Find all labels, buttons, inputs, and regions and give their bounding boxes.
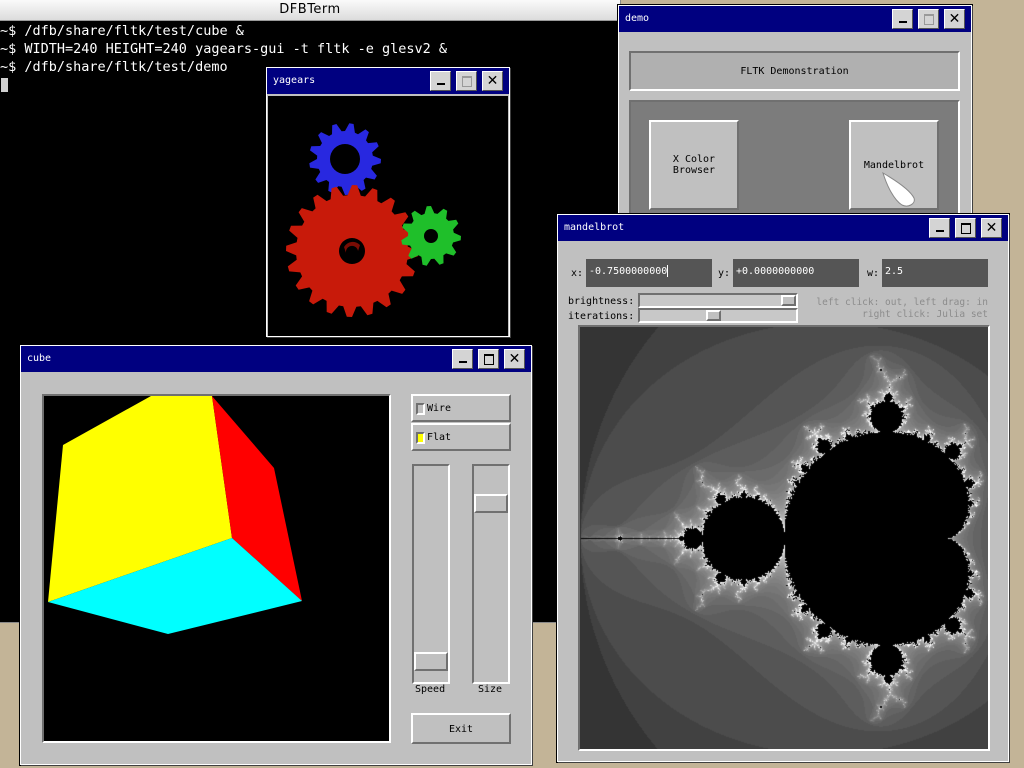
demo-titlebar[interactable]: demo ✕: [619, 6, 971, 32]
exit-button[interactable]: Exit: [411, 713, 511, 744]
maximize-icon[interactable]: [918, 9, 939, 29]
mandelbrot-fractal: [580, 327, 988, 749]
maximize-icon[interactable]: [478, 349, 499, 369]
brightness-slider-handle[interactable]: [781, 295, 796, 306]
wire-label: Wire: [427, 403, 452, 414]
yagears-window[interactable]: yagears ✕: [266, 67, 510, 337]
maximize-icon[interactable]: [955, 218, 976, 238]
blue-gear: [309, 123, 381, 195]
x-value: -0.7500000000: [589, 266, 668, 277]
flat-label: Flat: [427, 432, 452, 443]
maximize-icon[interactable]: [456, 71, 477, 91]
close-icon[interactable]: ✕: [981, 218, 1002, 238]
demo-header: FLTK Demonstration: [629, 51, 960, 91]
x-input[interactable]: -0.7500000000: [586, 259, 712, 287]
terminal-title: DFBTerm: [0, 0, 620, 21]
demo-title: demo: [625, 13, 650, 24]
wire-button[interactable]: Wire: [411, 394, 511, 422]
brightness-label: brightness:: [568, 296, 635, 307]
y-input[interactable]: +0.0000000000: [733, 259, 859, 287]
size-slider[interactable]: [472, 464, 510, 684]
color-browser-button[interactable]: X Color Browser: [649, 120, 739, 210]
close-icon[interactable]: ✕: [504, 349, 525, 369]
size-label: Size: [478, 684, 503, 695]
mandelbrot-titlebar[interactable]: mandelbrot ✕: [558, 215, 1008, 241]
flat-checkbox[interactable]: [416, 432, 425, 444]
terminal-line: ~$ WIDTH=240 HEIGHT=240 yagears-gui -t f…: [0, 41, 448, 57]
close-icon[interactable]: ✕: [944, 9, 965, 29]
gears-graphic: [286, 123, 461, 317]
flat-button[interactable]: Flat: [411, 423, 511, 451]
terminal-cursor: [1, 78, 8, 92]
mandelbrot-button-label: Mandelbrot: [863, 159, 925, 171]
terminal-line: ~$ /dfb/share/fltk/test/demo: [0, 59, 228, 75]
help-text-line1: left click: out, left drag: in: [816, 297, 988, 308]
brightness-slider[interactable]: [638, 293, 798, 308]
minimize-icon[interactable]: [430, 71, 451, 91]
close-icon[interactable]: ✕: [482, 71, 503, 91]
iterations-slider[interactable]: [638, 308, 798, 323]
wire-checkbox[interactable]: [416, 403, 425, 415]
minimize-icon[interactable]: [452, 349, 473, 369]
red-gear: [286, 185, 418, 317]
mandelbrot-canvas[interactable]: [578, 325, 990, 751]
help-text-line2: right click: Julia set: [862, 309, 988, 320]
w-value: 2.5: [885, 266, 904, 277]
text-caret: [667, 265, 669, 277]
exit-label: Exit: [448, 724, 474, 735]
minimize-icon[interactable]: [929, 218, 950, 238]
iterations-label: iterations:: [568, 311, 635, 322]
size-slider-handle[interactable]: [474, 494, 508, 513]
w-input[interactable]: 2.5: [882, 259, 988, 287]
cube-canvas: [42, 394, 391, 743]
w-label: w:: [867, 268, 880, 279]
cube-title: cube: [27, 353, 52, 364]
terminal-line: ~$ /dfb/share/fltk/test/cube &: [0, 23, 244, 39]
gears-canvas: [268, 96, 508, 336]
mandelbrot-title: mandelbrot: [564, 222, 625, 233]
demo-header-text: FLTK Demonstration: [740, 66, 849, 77]
green-gear: [401, 206, 461, 266]
iterations-slider-handle[interactable]: [706, 310, 721, 321]
y-value: +0.0000000000: [736, 266, 815, 277]
yagears-titlebar[interactable]: yagears ✕: [267, 68, 509, 94]
cube-window[interactable]: cube ✕ Wire Flat Speed Size Exit: [20, 345, 532, 765]
speed-slider-handle[interactable]: [414, 652, 448, 671]
cube-graphic: [48, 396, 302, 634]
y-label: y:: [718, 268, 731, 279]
cube-titlebar[interactable]: cube ✕: [21, 346, 531, 372]
mouse-cursor-icon: [882, 171, 915, 207]
x-label: x:: [571, 268, 584, 279]
speed-slider[interactable]: [412, 464, 450, 684]
speed-label: Speed: [415, 684, 446, 695]
minimize-icon[interactable]: [892, 9, 913, 29]
yagears-title: yagears: [273, 75, 316, 86]
color-browser-label: X Color Browser: [672, 154, 716, 176]
mandelbrot-window[interactable]: mandelbrot ✕ x: -0.7500000000 y: +0.0000…: [557, 214, 1009, 762]
